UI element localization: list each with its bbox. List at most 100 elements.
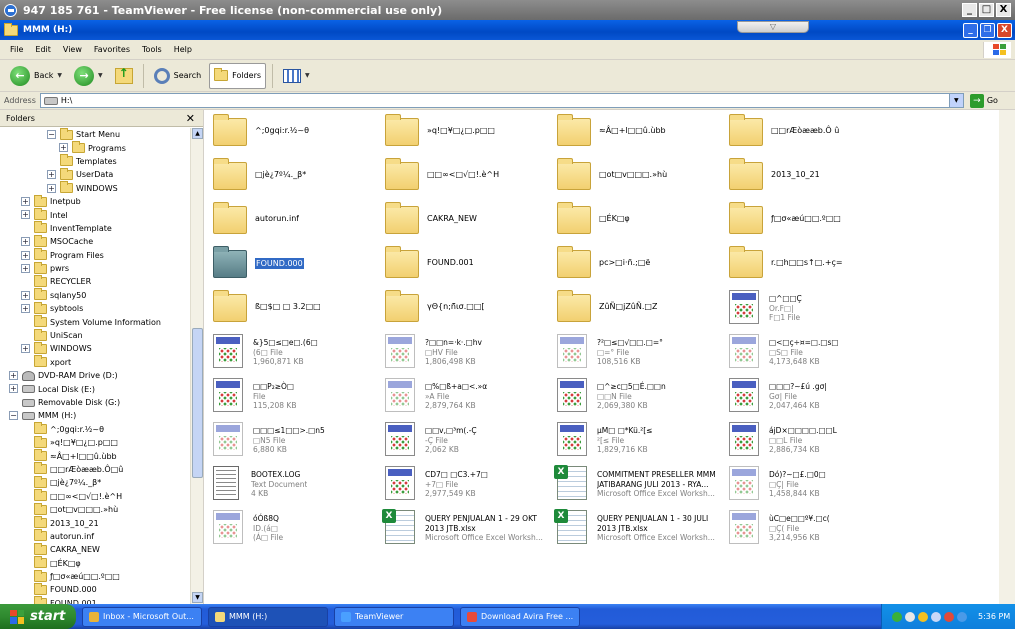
- minimize-button[interactable]: _: [963, 23, 978, 38]
- taskbar-button[interactable]: MMM (H:): [208, 606, 328, 627]
- expand-icon[interactable]: +: [21, 263, 30, 273]
- folder-item[interactable]: pc>□i·ñ.;□ë: [557, 244, 727, 288]
- file-item[interactable]: QUERY PENJUALAN 1 - 30 JULI2013 JTB.xlsx…: [554, 508, 727, 552]
- tree-item[interactable]: RECYCLER: [0, 274, 190, 288]
- scroll-up-arrow[interactable]: ▲: [192, 128, 203, 139]
- tree-item[interactable]: + Program Files: [0, 248, 190, 262]
- folder-item[interactable]: r.□h□□s↑□.+ç=: [729, 244, 899, 288]
- tree-item[interactable]: + WINDOWS: [0, 181, 190, 195]
- expand-icon[interactable]: +: [21, 250, 30, 260]
- tray-icon[interactable]: [918, 611, 928, 622]
- go-button[interactable]: → Go: [969, 93, 998, 108]
- file-item[interactable]: ?²□≤□√□□.□=° □=° File 108,516 KB: [557, 332, 727, 376]
- search-button[interactable]: Search: [150, 63, 205, 89]
- expand-icon[interactable]: +: [47, 183, 56, 193]
- file-item[interactable]: µM□ □*Kü.²[≤ ²[≤ File 1,829,716 KB: [557, 420, 727, 464]
- expand-icon[interactable]: +: [9, 384, 18, 394]
- tree-item[interactable]: + UserData: [0, 167, 190, 181]
- tray-icon[interactable]: [905, 611, 915, 622]
- tree-item[interactable]: □ot□v□□□.»hù: [0, 502, 190, 516]
- file-item[interactable]: Dó)?~□£.□0□ □Ç| File 1,458,844 KB: [729, 464, 899, 508]
- teamviewer-minimize-button[interactable]: _: [962, 3, 977, 17]
- tree-item[interactable]: + pwrs: [0, 261, 190, 275]
- menu-item[interactable]: View: [57, 45, 88, 54]
- address-input[interactable]: H:\ ▼: [39, 93, 964, 108]
- tree-item[interactable]: □jè¿7º¼._β*: [0, 475, 190, 489]
- teamviewer-close-button[interactable]: X: [996, 3, 1011, 17]
- expand-icon[interactable]: +: [21, 210, 30, 220]
- forward-button[interactable]: → ▼: [70, 63, 107, 89]
- tree-item[interactable]: □□∞<□√□!.è^H: [0, 489, 190, 503]
- views-button[interactable]: ▼: [279, 63, 314, 89]
- tree-item[interactable]: UniScan: [0, 328, 190, 342]
- start-button[interactable]: start: [0, 604, 76, 629]
- folder-item[interactable]: FOUND.000: [213, 244, 383, 288]
- folder-item[interactable]: »q!□¥□¿□.p□□: [385, 112, 555, 156]
- file-item[interactable]: □%□ß+a□<.»α »A File 2,879,764 KB: [385, 376, 555, 420]
- tree-item[interactable]: + MSOCache: [0, 234, 190, 248]
- expand-icon[interactable]: +: [9, 371, 18, 381]
- expand-icon[interactable]: +: [21, 237, 30, 247]
- tree-item[interactable]: − MMM (H:): [0, 409, 190, 422]
- tree-item[interactable]: + sybtools: [0, 301, 190, 315]
- tree-item[interactable]: »q!□¥□¿□.p□□: [0, 435, 190, 449]
- menu-item[interactable]: Help: [168, 45, 198, 54]
- taskbar-button[interactable]: TeamViewer: [334, 606, 454, 627]
- tray-icon[interactable]: [931, 611, 941, 622]
- folder-item[interactable]: ƒ□σ«æú□□.º□□: [729, 200, 899, 244]
- folder-item[interactable]: □ÉK□φ: [557, 200, 727, 244]
- expand-icon[interactable]: +: [21, 344, 30, 354]
- file-item[interactable]: ùC□e□□º¥.□c(□Ç( File 3,214,956 KB: [729, 508, 899, 552]
- tree-item[interactable]: □□rÆòææb.Ô□û: [0, 462, 190, 476]
- chevron-down-icon[interactable]: ▼: [98, 72, 103, 79]
- close-icon[interactable]: ✕: [186, 112, 195, 125]
- scrollbar-thumb[interactable]: [192, 328, 203, 478]
- expand-icon[interactable]: +: [59, 143, 68, 153]
- taskbar-button[interactable]: Inbox - Microsoft Out...: [82, 606, 202, 627]
- file-item[interactable]: □□v,□³m(.-Ç -Ç File 2,062 KB: [385, 420, 555, 464]
- menu-item[interactable]: File: [4, 45, 29, 54]
- scroll-down-arrow[interactable]: ▼: [192, 592, 203, 603]
- tree-item[interactable]: − Start Menu: [0, 127, 190, 141]
- file-item[interactable]: CD7□ □C3.+7□ +7□ File 2,977,549 KB: [385, 464, 555, 508]
- file-item[interactable]: ?□□n=·k·.□hv □HV File 1,806,498 KB: [385, 332, 555, 376]
- tree-item[interactable]: 2013_10_21: [0, 516, 190, 529]
- tree-item[interactable]: System Volume Information: [0, 315, 190, 328]
- tree-item[interactable]: + Intel: [0, 208, 190, 221]
- tree-item[interactable]: ≈Â□+l□□û.ùbb: [0, 449, 190, 462]
- back-button[interactable]: ← Back ▼: [6, 63, 66, 89]
- file-item[interactable]: BOOTEX.LOG Text Document 4 KB: [213, 464, 383, 508]
- folder-item[interactable]: □□rÆòææb.Ô û: [729, 112, 899, 156]
- tray-icon[interactable]: [957, 611, 967, 622]
- file-item[interactable]: □□P₂≥Ò□ File 115,208 KB: [213, 376, 383, 420]
- teamviewer-panel-tab[interactable]: ▽: [737, 21, 809, 33]
- folder-item[interactable]: ZûÑ□jZûÑ.□Z: [557, 288, 727, 332]
- tree-item[interactable]: InventTemplate: [0, 221, 190, 235]
- expand-icon[interactable]: +: [21, 304, 30, 314]
- folder-item[interactable]: CAKRA_NEW: [385, 200, 555, 244]
- tree-item[interactable]: + sqlany50: [0, 288, 190, 302]
- tree-item[interactable]: + DVD-RAM Drive (D:): [0, 369, 190, 382]
- tree-item[interactable]: CAKRA_NEW: [0, 542, 190, 556]
- tree-item[interactable]: ƒ□σ«æú□□.º□□: [0, 569, 190, 583]
- file-item[interactable]: &}5□≤□e□.(6□ (6□ File 1,960,871 KB: [213, 332, 383, 376]
- tree-item[interactable]: FOUND.000: [0, 582, 190, 596]
- file-item[interactable]: QUERY PENJUALAN 1 - 29 OKT2013 JTB.xlsxM…: [382, 508, 555, 552]
- tree-item[interactable]: FOUND.001: [0, 596, 190, 604]
- menu-item[interactable]: Edit: [29, 45, 57, 54]
- taskbar-button[interactable]: Download Avira Free ...: [460, 606, 580, 627]
- folder-item[interactable]: □jè¿7º¼._β*: [213, 156, 383, 200]
- expand-icon[interactable]: +: [21, 196, 30, 206]
- file-item[interactable]: ájD×□□□□.□□L □□L File 2,886,734 KB: [729, 420, 899, 464]
- folder-item[interactable]: ß□$□ □ 3.2□□: [213, 288, 383, 332]
- file-item[interactable]: □^□□Ç Or.F□| F□1 File: [729, 288, 899, 332]
- expand-icon[interactable]: +: [21, 290, 30, 300]
- tree-item[interactable]: + WINDOWS: [0, 341, 190, 355]
- close-button[interactable]: X: [997, 23, 1012, 38]
- folders-button[interactable]: Folders: [209, 62, 267, 89]
- collapse-icon[interactable]: −: [47, 130, 56, 139]
- address-dropdown-button[interactable]: ▼: [948, 94, 963, 107]
- tree-item[interactable]: ^;0gqi:r.½~θ: [0, 422, 190, 436]
- folders-scrollbar[interactable]: ▲ ▼: [190, 128, 203, 604]
- up-button[interactable]: [111, 63, 137, 89]
